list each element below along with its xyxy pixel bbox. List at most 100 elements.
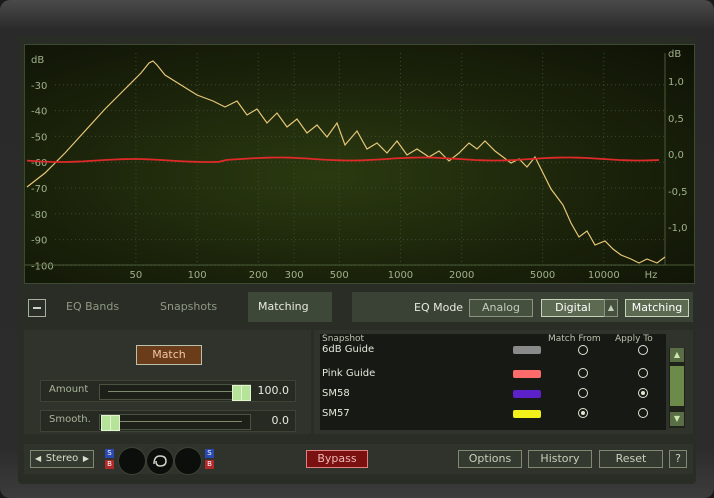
smooth-value: 0.0 xyxy=(271,414,290,427)
gain-tick-label: 1,0 xyxy=(668,77,684,88)
gain-tick-label: dB xyxy=(668,49,681,60)
scroll-thumb[interactable] xyxy=(670,366,684,406)
db-tick-label: dB xyxy=(31,55,44,66)
apply-to-radio[interactable] xyxy=(638,388,648,398)
arrow-left-icon[interactable]: ◀ xyxy=(35,451,41,467)
stereo-label: Stereo xyxy=(45,453,79,464)
gain-tick-label: -1,0 xyxy=(668,223,688,234)
slider-track-line xyxy=(108,421,242,422)
eq-curve xyxy=(26,156,660,163)
arrow-right-icon[interactable]: ▶ xyxy=(83,451,89,467)
freq-tick-label: 5000 xyxy=(530,270,555,281)
freq-tick-label: 1000 xyxy=(388,270,413,281)
link-icon-glyph xyxy=(153,455,167,467)
bypass-left-button[interactable]: B xyxy=(105,460,114,469)
snapshot-scrollbar[interactable]: ▲ ▼ xyxy=(669,348,685,428)
scroll-down-icon[interactable]: ▼ xyxy=(670,412,684,426)
eq-mode-panel: EQ Mode Analog Digital ▲ Matching xyxy=(352,292,693,322)
eq-graph-canvas: dB -30 -40 -50 -60 -70 -80 -90 -100 dB 1,0 0,5 0,0 -0… xyxy=(25,49,694,281)
snapshot-panel: Snapshot Match From Apply To 6dB Guide Pi… xyxy=(314,330,693,434)
bottom-bar: ◀ Stereo ▶ S B S B Bypass Options Histor… xyxy=(24,444,693,475)
help-button[interactable]: ? xyxy=(669,450,687,468)
match-from-radio[interactable] xyxy=(578,368,588,378)
scroll-up-icon[interactable]: ▲ xyxy=(670,348,684,362)
link-icon[interactable] xyxy=(146,447,174,475)
snapshot-name: Pink Guide xyxy=(322,368,376,379)
db-tick-label: -60 xyxy=(31,158,47,169)
left-band-knob[interactable] xyxy=(118,447,146,475)
apply-to-radio[interactable] xyxy=(638,345,648,355)
column-apply-to: Apply To xyxy=(615,334,653,344)
match-from-radio[interactable] xyxy=(578,345,588,355)
solo-right-button[interactable]: S xyxy=(205,449,214,458)
snapshot-row[interactable]: SM58 xyxy=(320,384,666,404)
analog-button[interactable]: Analog xyxy=(469,299,533,317)
history-button[interactable]: History xyxy=(528,450,592,468)
apply-to-radio[interactable] xyxy=(638,368,648,378)
freq-tick-label: 50 xyxy=(130,270,143,281)
freq-tick-label: 200 xyxy=(249,270,268,281)
db-tick-label: -40 xyxy=(31,107,47,118)
reset-button[interactable]: Reset xyxy=(599,450,663,468)
matching-mode-button[interactable]: Matching xyxy=(625,299,689,317)
tab-matching[interactable]: Matching xyxy=(248,292,332,322)
snapshot-name: SM58 xyxy=(322,388,350,399)
amount-slider-handle-2[interactable] xyxy=(241,385,251,401)
column-match-from: Match From xyxy=(548,334,601,344)
snapshot-list: Snapshot Match From Apply To 6dB Guide Pi… xyxy=(320,334,666,430)
right-band-knob[interactable] xyxy=(174,447,202,475)
freq-tick-label: 500 xyxy=(330,270,349,281)
amount-value: 100.0 xyxy=(257,384,290,397)
freq-tick-label: 2000 xyxy=(449,270,474,281)
tab-snapshots[interactable]: Snapshots xyxy=(150,292,244,322)
bypass-button[interactable]: Bypass xyxy=(306,450,368,468)
gain-tick-label: -0,5 xyxy=(668,187,688,198)
freq-tick-label: 10000 xyxy=(588,270,620,281)
snapshot-row[interactable]: 6dB Guide xyxy=(320,344,666,366)
matching-controls: Match Amount 100.0 Smooth. 0.0 xyxy=(24,330,311,434)
snapshot-color-swatch[interactable] xyxy=(513,346,541,354)
bypass-right-button[interactable]: B xyxy=(205,460,214,469)
amount-slider[interactable] xyxy=(99,384,251,401)
amount-label: Amount xyxy=(49,384,89,395)
options-button[interactable]: Options xyxy=(458,450,522,468)
spectrum-curve xyxy=(26,60,666,264)
snapshot-color-swatch[interactable] xyxy=(513,390,541,398)
snapshot-color-swatch[interactable] xyxy=(513,410,541,418)
db-tick-label: -70 xyxy=(31,184,47,195)
db-tick-label: -100 xyxy=(31,261,54,272)
gain-tick-label: 0,0 xyxy=(668,150,684,161)
snapshot-name: SM57 xyxy=(322,408,350,419)
smooth-slider-handle-2[interactable] xyxy=(110,415,120,431)
digital-button[interactable]: Digital xyxy=(541,299,605,317)
freq-tick-label: 300 xyxy=(285,270,304,281)
minus-icon[interactable] xyxy=(28,299,46,317)
smooth-slider[interactable] xyxy=(99,414,251,431)
eq-graph[interactable]: dB -30 -40 -50 -60 -70 -80 -90 -100 dB 1,0 0,5 0,0 -0… xyxy=(24,44,695,284)
solo-left-button[interactable]: S xyxy=(105,449,114,458)
mode-menu-arrow-icon[interactable]: ▲ xyxy=(604,299,618,317)
match-button[interactable]: Match xyxy=(136,345,202,365)
tab-eq-bands[interactable]: EQ Bands xyxy=(56,292,146,322)
smooth-label: Smooth. xyxy=(49,414,91,425)
slider-track-line xyxy=(108,391,242,392)
db-tick-label: -50 xyxy=(31,132,47,143)
gain-tick-label: 0,5 xyxy=(668,114,684,125)
db-tick-label: -30 xyxy=(31,81,47,92)
snapshot-name: 6dB Guide xyxy=(322,344,375,355)
smooth-slider-row: Smooth. 0.0 xyxy=(40,410,296,432)
match-from-radio[interactable] xyxy=(578,408,588,418)
eq-mode-label: EQ Mode xyxy=(414,301,464,314)
freq-tick-label: 100 xyxy=(188,270,207,281)
column-snapshot: Snapshot xyxy=(322,334,365,344)
snapshot-row[interactable]: SM57 xyxy=(320,404,666,424)
apply-to-radio[interactable] xyxy=(638,408,648,418)
match-from-radio[interactable] xyxy=(578,388,588,398)
db-tick-label: -80 xyxy=(31,210,47,221)
snapshot-color-swatch[interactable] xyxy=(513,370,541,378)
snapshot-row[interactable]: Pink Guide xyxy=(320,364,666,384)
amount-slider-row: Amount 100.0 xyxy=(40,380,296,402)
stereo-selector[interactable]: ◀ Stereo ▶ xyxy=(30,450,94,468)
freq-tick-label: Hz xyxy=(645,270,658,281)
db-tick-label: -90 xyxy=(31,236,47,247)
